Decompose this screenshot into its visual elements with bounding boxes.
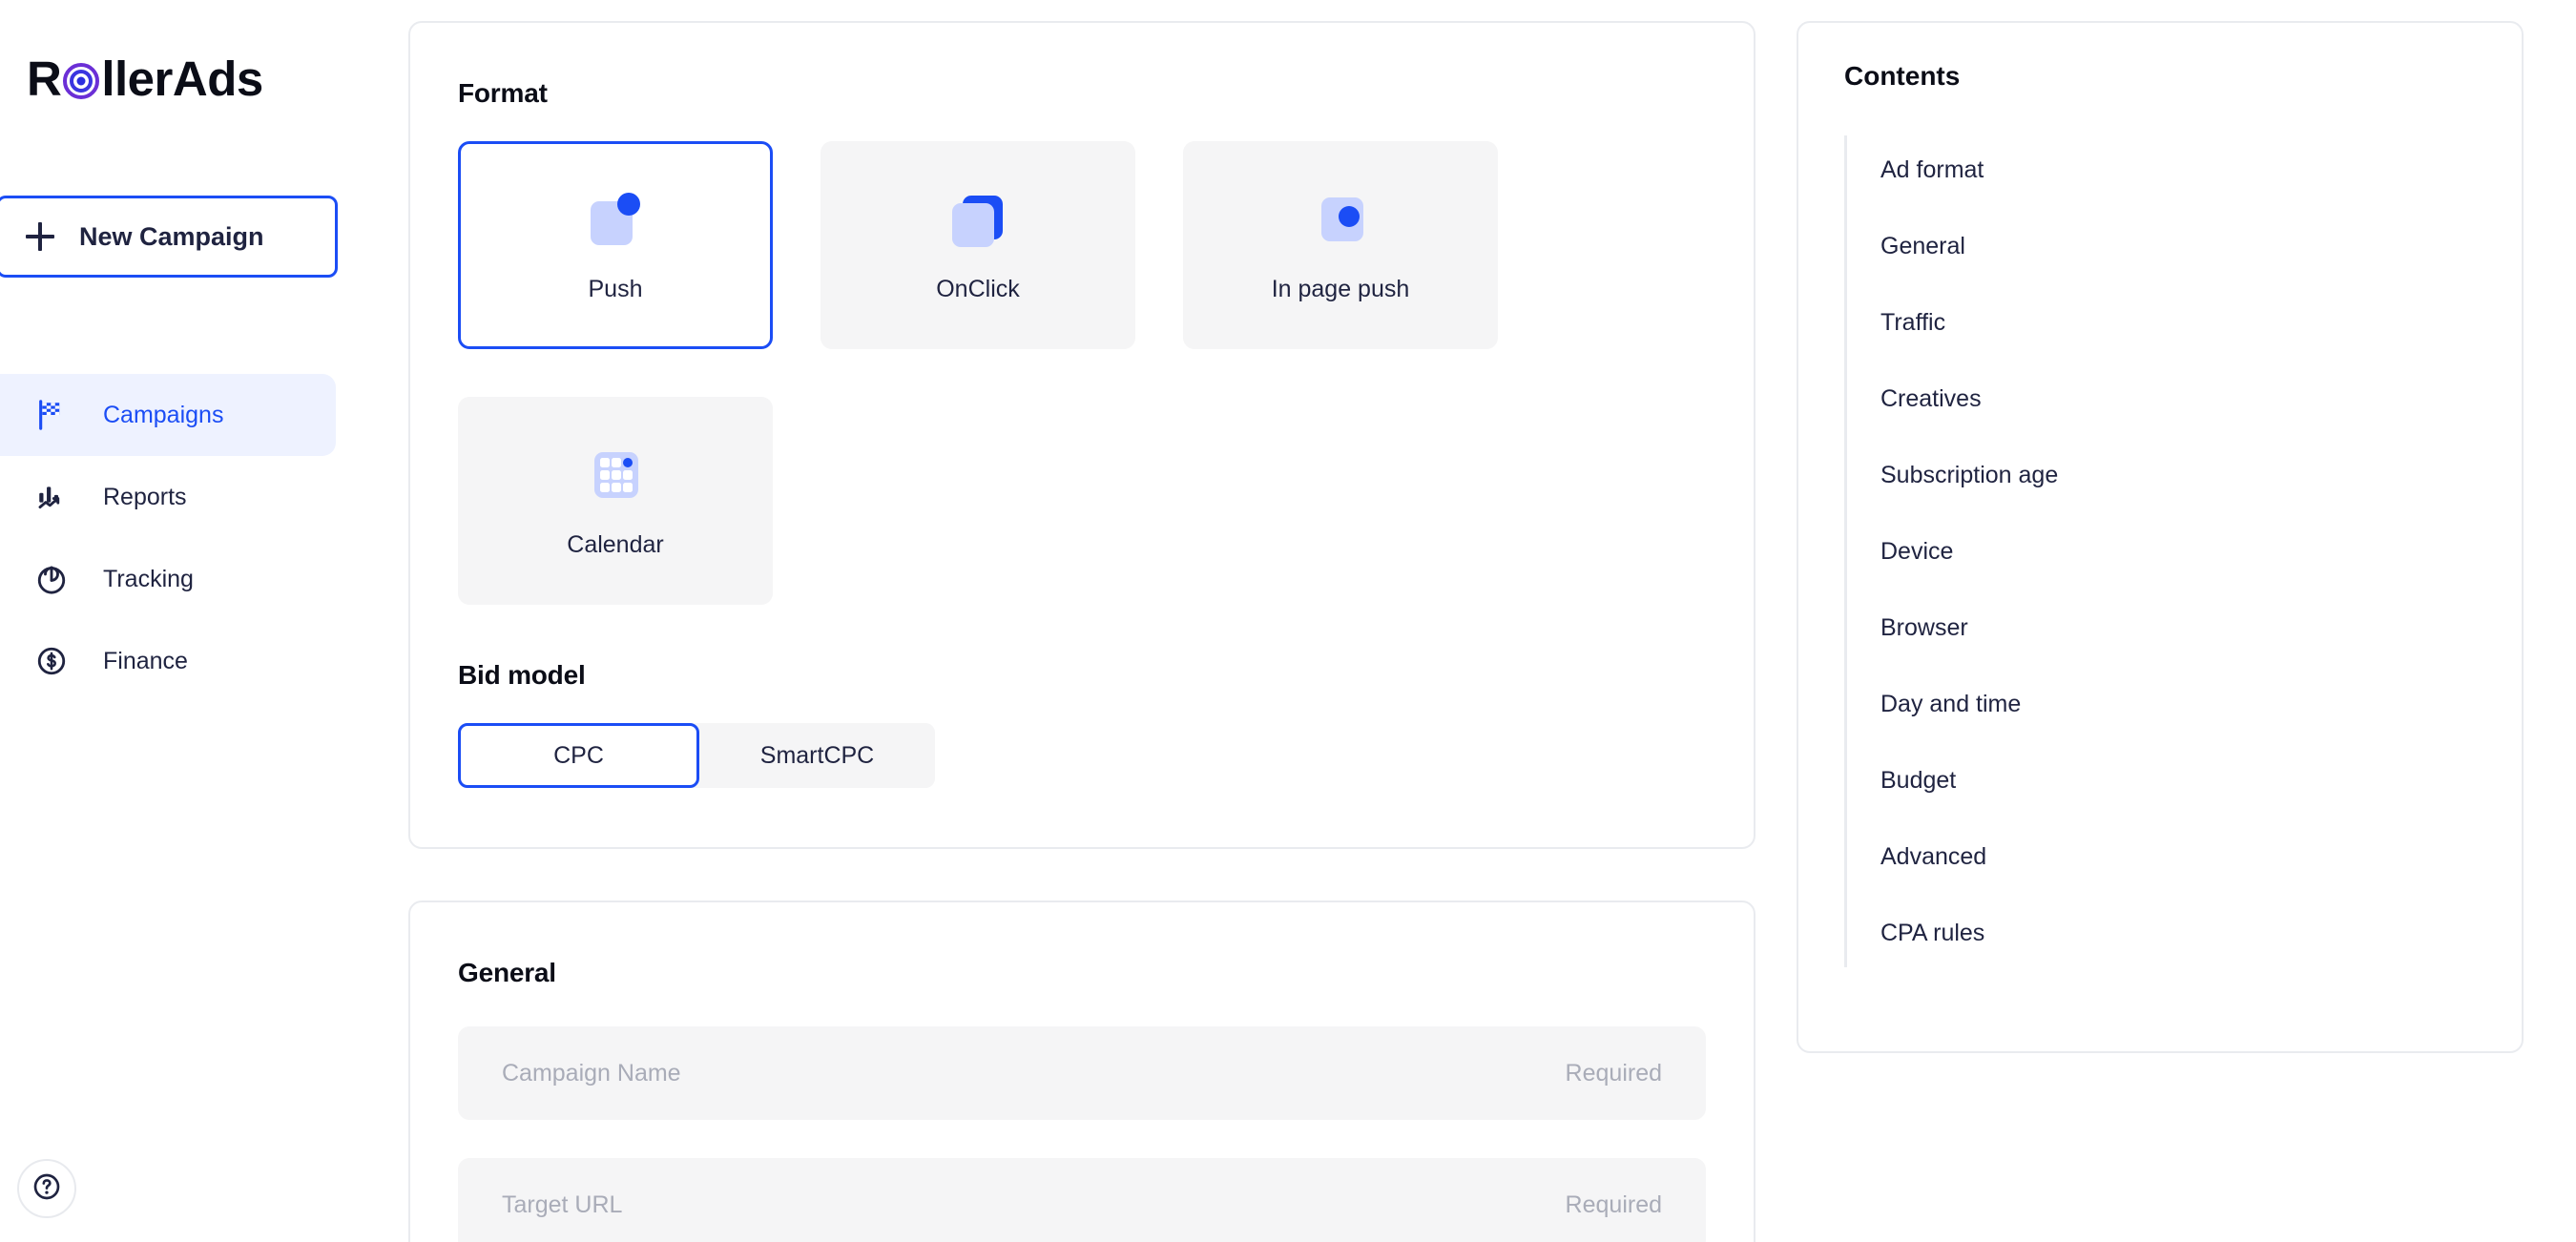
bid-model-section-title: Bid model [458,605,1706,691]
general-card: General Campaign Name Required Target UR… [408,900,1755,1242]
contents-item-subscription-age[interactable]: Subscription age [1880,437,2476,513]
sidebar-item-campaigns[interactable]: Campaigns [0,374,336,456]
contents-item-browser[interactable]: Browser [1880,590,2476,666]
question-circle-icon [31,1171,62,1207]
format-option-in-page-push[interactable]: In page push [1183,141,1498,349]
contents-item-advanced[interactable]: Advanced [1880,818,2476,895]
contents-item-creatives[interactable]: Creatives [1880,361,2476,437]
bid-model-option-label: SmartCPC [760,742,874,770]
format-option-label: In page push [1272,276,1410,303]
contents-item-budget[interactable]: Budget [1880,742,2476,818]
push-notification-icon [585,188,646,249]
target-url-field[interactable]: Target URL Required [458,1158,1706,1242]
sidebar-item-label: Reports [103,484,187,511]
main-content: Format Push OnClick [408,21,1755,1242]
brand-name-before: R [27,54,61,103]
format-option-label: Calendar [567,531,663,559]
bid-model-option-label: CPC [553,742,604,770]
contents-title: Contents [1844,23,2476,92]
brand-logo[interactable]: R llerAds [27,53,263,103]
plus-icon [26,222,54,251]
contents-item-cpa-rules[interactable]: CPA rules [1880,895,2476,971]
dollar-circle-icon [32,642,71,680]
contents-item-ad-format[interactable]: Ad format [1880,132,2476,208]
brand-logo-text: R llerAds [27,54,263,103]
format-card: Format Push OnClick [408,21,1755,849]
onclick-windows-icon [947,188,1008,249]
campaign-name-placeholder: Campaign Name [502,1060,681,1087]
app-root: R llerAds New Campaign [0,0,2576,1242]
format-option-onclick[interactable]: OnClick [821,141,1135,349]
format-option-calendar[interactable]: Calendar [458,397,773,605]
sidebar-item-label: Tracking [103,566,194,593]
new-campaign-button[interactable]: New Campaign [0,196,338,278]
target-url-required-hint: Required [1566,1191,1662,1219]
sidebar-nav: Campaigns Reports [0,374,401,702]
format-section-title: Format [458,23,1706,109]
contents-list: Ad format General Traffic Creatives Subs… [1844,132,2476,971]
contents-panel: Contents Ad format General Traffic Creat… [1797,21,2524,1053]
bar-chart-arrow-icon [32,478,71,516]
new-campaign-label: New Campaign [79,222,264,252]
brand-name-after: llerAds [101,54,262,103]
contents-item-general[interactable]: General [1880,208,2476,284]
campaign-name-field[interactable]: Campaign Name Required [458,1026,1706,1120]
contents-item-day-and-time[interactable]: Day and time [1880,666,2476,742]
contents-item-device[interactable]: Device [1880,513,2476,590]
format-option-push[interactable]: Push [458,141,773,349]
in-page-push-icon [1310,188,1371,249]
sidebar-item-label: Finance [103,648,188,675]
sidebar-item-tracking[interactable]: Tracking [0,538,336,620]
calendar-grid-icon [585,444,646,505]
campaign-name-required-hint: Required [1566,1060,1662,1087]
bid-model-option-cpc[interactable]: CPC [458,723,699,788]
contents-item-traffic[interactable]: Traffic [1880,284,2476,361]
help-button[interactable] [17,1159,76,1218]
format-option-label: Push [589,276,643,303]
format-options-grid: Push OnClick In page push [458,141,1527,605]
sidebar-item-reports[interactable]: Reports [0,456,336,538]
flag-checkered-icon [32,396,71,434]
target-bullseye-icon [62,59,100,97]
sidebar: R llerAds New Campaign [0,0,401,1242]
general-section-title: General [458,902,1706,988]
sidebar-item-label: Campaigns [103,402,223,429]
bid-model-toggle: CPC SmartCPC [458,723,935,788]
bid-model-option-smartcpc[interactable]: SmartCPC [699,723,935,788]
sidebar-item-finance[interactable]: Finance [0,620,336,702]
target-pointer-icon [32,560,71,598]
target-url-placeholder: Target URL [502,1191,622,1219]
format-option-label: OnClick [936,276,1020,303]
